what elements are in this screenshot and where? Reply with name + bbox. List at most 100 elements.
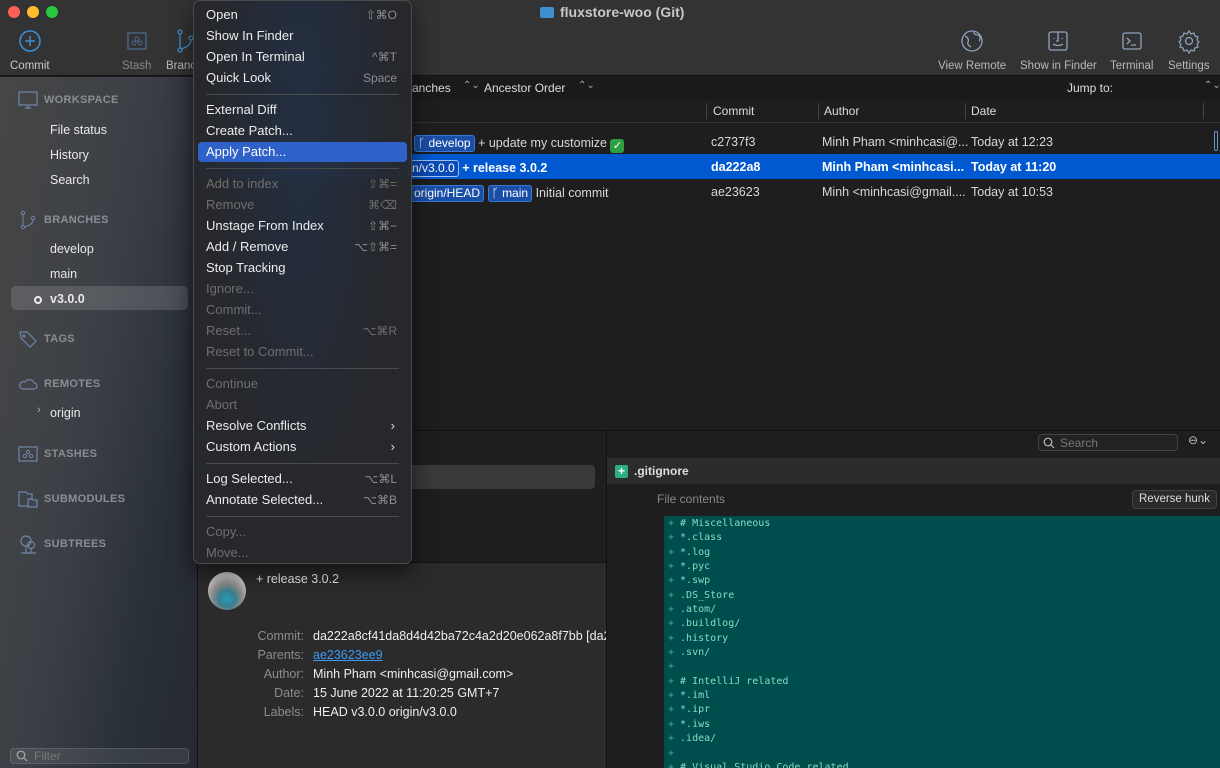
file-list-selected-row[interactable]: [403, 465, 595, 489]
menu-item-external-diff[interactable]: External Diff: [198, 100, 407, 120]
menu-item-open[interactable]: Open ⇧⌘O: [198, 5, 407, 25]
stash-icon: [127, 32, 147, 50]
sidebar-item-search[interactable]: Search: [50, 173, 90, 187]
diff-line-text: .idea/: [680, 733, 717, 745]
sidebar-item-remote-origin[interactable]: origin: [50, 406, 81, 420]
workspace-label: WORKSPACE: [44, 94, 119, 106]
updown-chevron-icon: ⌃⌄: [1204, 80, 1220, 91]
column-commit[interactable]: Commit: [713, 104, 754, 118]
branches-filter-select[interactable]: anches: [412, 81, 451, 95]
diff-line-text: *.class: [680, 532, 723, 544]
added-line-marker: +: [668, 589, 675, 601]
settings-button[interactable]: Settings: [1168, 28, 1210, 72]
stash-label: Stash: [122, 60, 152, 72]
sidebar-item-branch-v3[interactable]: v3.0.0: [50, 292, 85, 306]
more-options-icon[interactable]: ⊖⌄: [1188, 433, 1208, 447]
reverse-hunk-button[interactable]: Reverse hunk: [1132, 490, 1217, 509]
added-line-marker: +: [668, 747, 675, 759]
search-icon: [16, 750, 28, 762]
menu-shortcut: ⌥⇧⌘=: [354, 240, 397, 254]
menu-shortcut: ⇧⌘O: [365, 8, 397, 22]
diff-line: + .svn/: [664, 646, 1220, 660]
commit-hash: c2737f3: [711, 135, 756, 149]
commit-message: + release 3.0.2: [462, 161, 548, 175]
menu-item-label: External Diff: [206, 102, 277, 117]
close-window-button[interactable]: [8, 6, 20, 18]
sidebar-section-branches[interactable]: BRANCHES: [18, 210, 109, 230]
menu-item-commit: Commit...: [198, 300, 407, 320]
sidebar-item-branch-main[interactable]: main: [50, 267, 77, 281]
sidebar-section-submodules[interactable]: SUBMODULES: [18, 489, 125, 509]
search-placeholder: Search: [1060, 435, 1099, 450]
menu-item-custom-actions[interactable]: Custom Actions ›: [198, 437, 407, 457]
chevron-right-icon[interactable]: ›: [37, 404, 41, 416]
menu-item-unstage-from-index[interactable]: Unstage From Index ⇧⌘−: [198, 216, 407, 236]
sidebar-section-tags[interactable]: TAGS: [18, 329, 75, 349]
menu-item-annotate-selected[interactable]: Annotate Selected... ⌥⌘B: [198, 490, 407, 510]
sidebar-item-branch-develop[interactable]: develop: [50, 242, 94, 256]
window-title-text: fluxstore-woo (Git): [560, 4, 685, 20]
order-select[interactable]: Ancestor Order: [484, 81, 565, 95]
column-divider[interactable]: [965, 103, 966, 119]
added-line-marker: +: [668, 575, 675, 587]
menu-separator: [206, 516, 399, 517]
view-remote-button[interactable]: View Remote: [938, 28, 1006, 72]
column-divider[interactable]: [818, 103, 819, 119]
menu-item-apply-patch[interactable]: Apply Patch...: [198, 142, 407, 162]
terminal-button[interactable]: Terminal: [1110, 28, 1153, 72]
menu-item-add-remove[interactable]: Add / Remove ⌥⇧⌘=: [198, 237, 407, 257]
menu-item-abort: Abort: [198, 395, 407, 415]
gear-icon: [1177, 29, 1200, 54]
column-divider[interactable]: [706, 103, 707, 119]
column-author[interactable]: Author: [824, 104, 859, 118]
zoom-window-button[interactable]: [46, 6, 58, 18]
menu-item-create-patch[interactable]: Create Patch...: [198, 121, 407, 141]
diff-line: + # Visual Studio Code related: [664, 761, 1220, 768]
added-line-marker: +: [668, 604, 675, 616]
sidebar-section-workspace[interactable]: WORKSPACE: [18, 90, 119, 110]
diff-search-input[interactable]: Search: [1038, 434, 1178, 451]
diff-line-text: *.pyc: [680, 561, 711, 573]
added-line-marker: +: [668, 618, 675, 630]
menu-item-open-in-terminal[interactable]: Open In Terminal ^⌘T: [198, 47, 407, 67]
log-scrollbar[interactable]: [1214, 131, 1218, 151]
diff-line-text: .atom/: [680, 604, 717, 616]
checkmark-emoji-icon: ✓: [610, 139, 625, 153]
show-in-finder-button[interactable]: Show in Finder: [1020, 28, 1097, 72]
menu-item-resolve-conflicts[interactable]: Resolve Conflicts ›: [198, 416, 407, 436]
stash-icon: [18, 446, 38, 462]
minimize-window-button[interactable]: [27, 6, 39, 18]
commit-button[interactable]: Commit: [10, 28, 50, 72]
commit-hash: da222a8: [711, 160, 761, 174]
chevron-right-icon: ›: [390, 418, 395, 433]
sidebar-section-subtrees[interactable]: SUBTREES: [18, 534, 106, 554]
menu-item-continue: Continue: [198, 374, 407, 394]
sidebar-filter-input[interactable]: Filter: [10, 748, 189, 764]
diff-line-text: *.log: [680, 546, 711, 558]
cloud-icon: [19, 379, 38, 390]
diff-line: + .idea/: [664, 732, 1220, 746]
menu-item-quick-look[interactable]: Quick Look Space: [198, 68, 407, 88]
column-divider[interactable]: [1203, 103, 1204, 119]
branch-icon: [20, 210, 36, 230]
commit-date: Today at 12:23: [971, 135, 1054, 149]
jump-to-select[interactable]: Jump to:: [1067, 81, 1113, 95]
diff-line-text: # Miscellaneous: [680, 518, 771, 529]
terminal-label: Terminal: [1110, 60, 1154, 72]
branch-label-v3: n/v3.0.0: [408, 160, 459, 177]
detail-commit-value: da222a8cf41da8d4d42ba72c4a2d20e062a8f7bb…: [313, 629, 611, 643]
menu-item-stop-tracking[interactable]: Stop Tracking: [198, 258, 407, 278]
sidebar-item-history[interactable]: History: [50, 148, 89, 162]
menu-item-label: Resolve Conflicts: [206, 418, 307, 433]
column-date[interactable]: Date: [971, 104, 996, 118]
menu-item-show-in-finder[interactable]: Show In Finder: [198, 26, 407, 46]
sidebar-item-file-status[interactable]: File status: [50, 123, 107, 137]
sidebar-section-stashes[interactable]: STASHES: [18, 444, 97, 464]
diff-line: + # Miscellaneous: [664, 517, 1220, 531]
menu-item-label: Open In Terminal: [206, 49, 305, 64]
detail-parents-link: ae23623ee9: [313, 648, 383, 662]
sidebar-section-remotes[interactable]: REMOTES: [18, 374, 101, 394]
detail-commit-message: + release 3.0.2: [256, 572, 340, 586]
stash-button[interactable]: Stash: [122, 28, 151, 72]
menu-item-log-selected[interactable]: Log Selected... ⌥⌘L: [198, 469, 407, 489]
